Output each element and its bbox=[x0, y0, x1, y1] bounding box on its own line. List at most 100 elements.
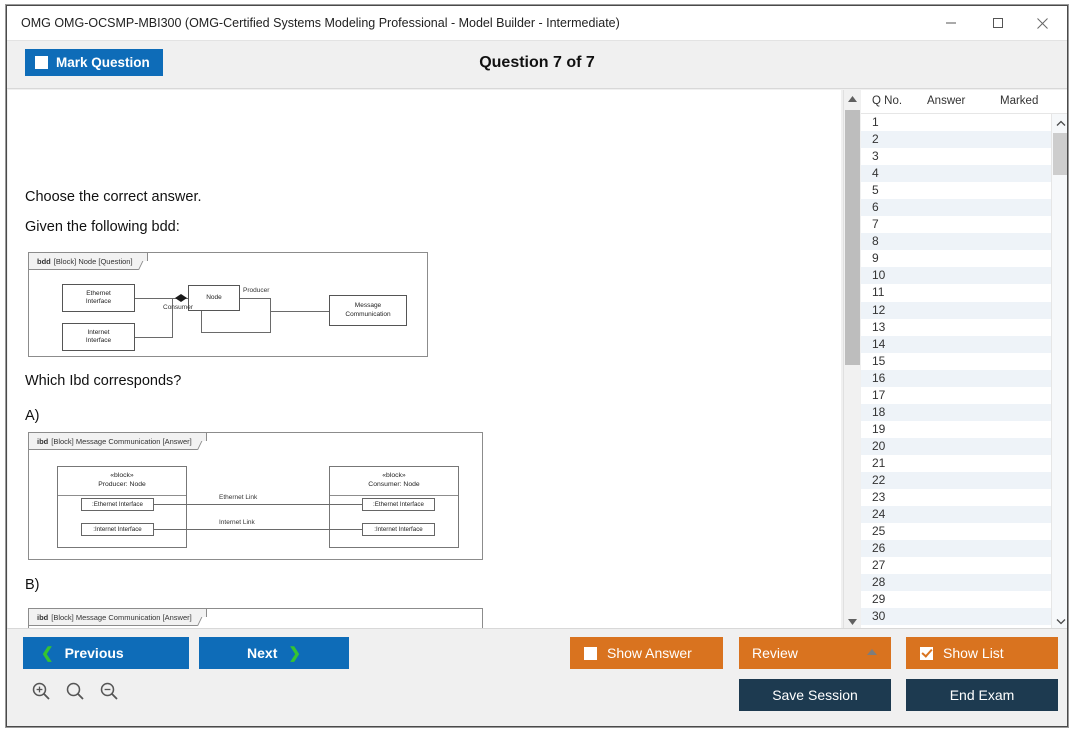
ibd-a-consumer-port-internet: :Internet Interface bbox=[362, 523, 435, 536]
question-number: 30 bbox=[872, 609, 885, 623]
question-number: 19 bbox=[872, 422, 885, 436]
ibd-a-part-producer-title: «block» Producer: Node bbox=[58, 472, 186, 490]
bdd-connector bbox=[201, 311, 202, 332]
sub-prompt-text: Which Ibd corresponds? bbox=[25, 373, 181, 389]
review-label: Review bbox=[752, 645, 798, 661]
question-list-scrollbar[interactable] bbox=[1051, 114, 1068, 629]
next-label: Next bbox=[247, 645, 277, 661]
mark-question-label: Mark Question bbox=[56, 55, 150, 70]
column-header-answer: Answer bbox=[927, 95, 965, 107]
question-list-row[interactable]: 8 bbox=[861, 233, 1051, 250]
instruction-text: Choose the correct answer. bbox=[25, 189, 202, 205]
question-number: 21 bbox=[872, 456, 885, 470]
content-scroll-down-button[interactable] bbox=[844, 612, 861, 629]
close-button[interactable] bbox=[1020, 6, 1065, 40]
review-dropdown[interactable]: Review bbox=[739, 637, 891, 669]
question-list-row[interactable]: 17 bbox=[861, 387, 1051, 404]
question-number: 16 bbox=[872, 371, 885, 385]
question-list-row[interactable]: 6 bbox=[861, 199, 1051, 216]
question-number: 18 bbox=[872, 405, 885, 419]
ibd-a-producer-name: Producer: Node bbox=[98, 481, 146, 488]
next-button[interactable]: Next ❯ bbox=[199, 637, 349, 669]
save-session-button[interactable]: Save Session bbox=[739, 679, 891, 711]
question-list-row[interactable]: 15 bbox=[861, 353, 1051, 370]
ibd-a-consumer-name: Consumer: Node bbox=[368, 481, 419, 488]
previous-label: Previous bbox=[65, 645, 124, 661]
ibd-a-consumer-port-ethernet: :Ethernet Interface bbox=[362, 498, 435, 511]
question-number: 12 bbox=[872, 303, 885, 317]
mark-question-button[interactable]: Mark Question bbox=[25, 49, 163, 76]
show-answer-checkbox[interactable] bbox=[584, 647, 597, 660]
previous-button[interactable]: ❮ Previous bbox=[23, 637, 189, 669]
show-answer-button[interactable]: Show Answer bbox=[570, 637, 723, 669]
question-number: 28 bbox=[872, 575, 885, 589]
question-list-row[interactable]: 5 bbox=[861, 182, 1051, 199]
question-list-row[interactable]: 23 bbox=[861, 489, 1051, 506]
ibd-a-producer-port-ethernet: :Ethernet Interface bbox=[81, 498, 154, 511]
question-list-row[interactable]: 27 bbox=[861, 557, 1051, 574]
question-list-row[interactable]: 9 bbox=[861, 250, 1051, 267]
question-list-row[interactable]: 7 bbox=[861, 216, 1051, 233]
question-list-row[interactable]: 16 bbox=[861, 370, 1051, 387]
question-list-row[interactable]: 26 bbox=[861, 540, 1051, 557]
zoom-in-button[interactable] bbox=[29, 681, 53, 705]
option-a-label: A) bbox=[25, 408, 40, 424]
list-scroll-thumb[interactable] bbox=[1053, 133, 1068, 175]
question-list-row[interactable]: 21 bbox=[861, 455, 1051, 472]
list-scroll-down-button[interactable] bbox=[1052, 612, 1068, 629]
question-list-row[interactable]: 10 bbox=[861, 267, 1051, 284]
question-counter: Question 7 of 7 bbox=[7, 54, 1067, 72]
content-scrollbar[interactable] bbox=[843, 90, 860, 629]
question-list-header: Q No. Answer Marked bbox=[861, 90, 1068, 114]
question-list-row[interactable]: 14 bbox=[861, 336, 1051, 353]
question-number: 4 bbox=[872, 166, 879, 180]
question-number: 25 bbox=[872, 524, 885, 538]
column-header-marked: Marked bbox=[1000, 95, 1038, 107]
zoom-out-button[interactable] bbox=[97, 681, 121, 705]
option-b-diagram: ibd[Block] Message Communication [Answer… bbox=[28, 608, 483, 629]
question-list-row[interactable]: 22 bbox=[861, 472, 1051, 489]
ibd-a-consumer-divider bbox=[330, 495, 458, 496]
chevron-down-icon bbox=[1056, 612, 1066, 630]
show-list-button[interactable]: Show List bbox=[906, 637, 1058, 669]
ibd-a-frame-tab: ibd[Block] Message Communication [Answer… bbox=[29, 433, 207, 450]
bdd-connector bbox=[270, 298, 271, 332]
list-scroll-up-button[interactable] bbox=[1052, 114, 1068, 131]
question-list-row[interactable]: 18 bbox=[861, 404, 1051, 421]
show-list-label: Show List bbox=[943, 645, 1004, 661]
question-list-row[interactable]: 2 bbox=[861, 131, 1051, 148]
end-exam-button[interactable]: End Exam bbox=[906, 679, 1058, 711]
question-number: 29 bbox=[872, 592, 885, 606]
maximize-button[interactable] bbox=[975, 6, 1020, 40]
zoom-reset-button[interactable] bbox=[63, 681, 87, 705]
question-list-rows[interactable]: 1234567891011121314151617181920212223242… bbox=[861, 114, 1051, 629]
question-list-row[interactable]: 12 bbox=[861, 302, 1051, 319]
minimize-button[interactable] bbox=[928, 6, 973, 40]
question-list-row[interactable]: 25 bbox=[861, 523, 1051, 540]
question-list-row[interactable]: 24 bbox=[861, 506, 1051, 523]
content-scroll-thumb[interactable] bbox=[845, 110, 860, 365]
bdd-frame-kind: bdd bbox=[37, 257, 51, 266]
maximize-icon bbox=[992, 17, 1004, 29]
ibd-a-internet-link-label: Internet Link bbox=[219, 519, 255, 526]
question-list-row[interactable]: 30 bbox=[861, 608, 1051, 625]
mark-question-checkbox[interactable] bbox=[35, 56, 48, 69]
question-number: 9 bbox=[872, 251, 879, 265]
question-list-row[interactable]: 11 bbox=[861, 284, 1051, 301]
question-list-row[interactable]: 29 bbox=[861, 591, 1051, 608]
question-list-row[interactable]: 13 bbox=[861, 319, 1051, 336]
content-scroll-up-button[interactable] bbox=[844, 90, 861, 107]
question-list-row[interactable]: 3 bbox=[861, 148, 1051, 165]
question-list-row[interactable]: 1 bbox=[861, 114, 1051, 131]
question-list-row[interactable]: 4 bbox=[861, 165, 1051, 182]
question-list-row[interactable]: 20 bbox=[861, 438, 1051, 455]
bdd-role-consumer: Consumer bbox=[163, 304, 193, 311]
chevron-up-icon bbox=[1056, 114, 1066, 132]
bdd-connector bbox=[135, 298, 173, 299]
bdd-composition-diamond bbox=[175, 294, 187, 302]
question-list-row[interactable]: 28 bbox=[861, 574, 1051, 591]
zoom-out-icon bbox=[99, 681, 119, 706]
show-list-checkbox[interactable] bbox=[920, 647, 933, 660]
question-list-row[interactable]: 19 bbox=[861, 421, 1051, 438]
bottom-toolbar: ❮ Previous Next ❯ bbox=[7, 628, 1067, 726]
